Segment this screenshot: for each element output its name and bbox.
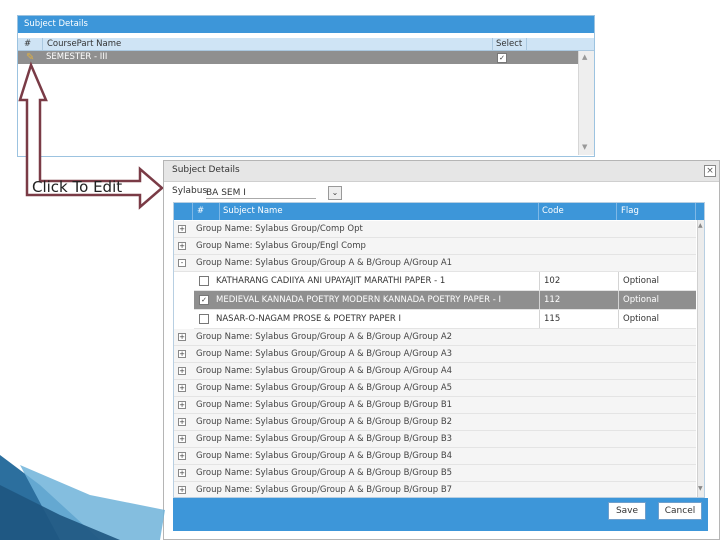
group-row[interactable]: + Group Name: Sylabus Group/Group A & B/G… (174, 380, 696, 397)
subject-code: 112 (539, 291, 619, 309)
group-row[interactable]: + Group Name: Sylabus Group/Group A & B/G… (174, 482, 696, 497)
group-label: Group Name: Sylabus Group/Comp Opt (196, 224, 363, 234)
subject-row[interactable]: KATHARANG CADIIYA ANI UPAYAJIT MARATHI P… (194, 272, 696, 291)
group-row[interactable]: + Group Name: Sylabus Group/Group A & B/G… (174, 465, 696, 482)
cancel-button[interactable]: Cancel (658, 502, 702, 520)
column-header-code: Code (539, 203, 617, 220)
group-row[interactable]: + Group Name: Sylabus Group/Group A & B/G… (174, 414, 696, 431)
group-label: Group Name: Sylabus Group/Group A & B/Gr… (196, 349, 453, 359)
close-icon[interactable]: × (704, 165, 716, 177)
group-row[interactable]: + Group Name: Sylabus Group/Group A & B/G… (174, 431, 696, 448)
expand-icon[interactable]: + (178, 242, 186, 250)
subject-name: NASAR-O-NAGAM PROSE & POETRY PAPER I (216, 314, 402, 324)
group-row[interactable]: + Group Name: Sylabus Group/Group A & B/G… (174, 397, 696, 414)
group-row[interactable]: + Group Name: Sylabus Group/Group A & B/G… (174, 363, 696, 380)
group-row[interactable]: + Group Name: Sylabus Group/Comp Opt (174, 221, 696, 238)
click-to-edit-label: Click To Edit (32, 178, 123, 196)
subject-details-dialog: Subject Details × Sylabus BA SEM I ⌄ # S… (163, 160, 720, 540)
column-header-subject-name: Subject Name (220, 203, 539, 220)
subject-name: KATHARANG CADIIYA ANI UPAYAJIT MARATHI P… (216, 276, 446, 286)
expand-icon[interactable]: + (178, 350, 186, 358)
group-label: Group Name: Sylabus Group/Group A & B/Gr… (196, 451, 453, 461)
expand-icon[interactable]: + (178, 418, 186, 426)
syllabus-select[interactable]: BA SEM I (206, 188, 316, 199)
subject-checkbox[interactable] (199, 314, 209, 324)
column-header-flag: Flag (618, 203, 696, 220)
grid-scrollbar[interactable]: ▲ ▼ (697, 220, 704, 497)
expand-icon[interactable]: + (178, 452, 186, 460)
scroll-down-icon[interactable]: ▼ (698, 485, 703, 492)
group-label: Group Name: Sylabus Group/Group A & B/Gr… (196, 332, 453, 342)
save-button[interactable]: Save (608, 502, 646, 520)
scroll-up-icon[interactable]: ▲ (582, 53, 587, 61)
group-label: Group Name: Sylabus Group/Group A & B/Gr… (196, 485, 453, 495)
subject-grid-header: # Subject Name Code Flag (174, 203, 704, 220)
header-spacer (174, 203, 193, 220)
group-row[interactable]: + Group Name: Sylabus Group/Group A & B/G… (174, 448, 696, 465)
dialog-title-bar: Subject Details × (164, 161, 719, 182)
subject-flag: Optional (618, 310, 697, 328)
subject-row[interactable]: NASAR-O-NAGAM PROSE & POETRY PAPER I 115… (194, 310, 696, 329)
syllabus-label: Sylabus (172, 186, 208, 196)
collapse-icon[interactable]: - (178, 259, 186, 267)
expand-icon[interactable]: + (178, 333, 186, 341)
subject-code: 115 (539, 310, 619, 328)
expand-icon[interactable]: + (178, 469, 186, 477)
row-select-checkbox[interactable]: ✓ (497, 53, 507, 63)
slide-decoration (0, 455, 165, 540)
expand-icon[interactable]: + (178, 367, 186, 375)
expand-icon[interactable]: + (178, 401, 186, 409)
scroll-down-icon[interactable]: ▼ (582, 143, 587, 151)
subject-grid: # Subject Name Code Flag + Group Name: S… (173, 202, 705, 498)
top-panel-scrollbar[interactable]: ▲ ▼ (578, 51, 594, 155)
group-label: Group Name: Sylabus Group/Group A & B/Gr… (196, 417, 453, 427)
dialog-title: Subject Details (172, 165, 240, 175)
group-row-expanded[interactable]: - Group Name: Sylabus Group/Group A & B/… (174, 255, 696, 272)
subject-checkbox[interactable] (199, 276, 209, 286)
expand-icon[interactable]: + (178, 486, 186, 494)
column-header-number: # (194, 203, 220, 220)
group-label: Group Name: Sylabus Group/Group A & B/Gr… (196, 434, 453, 444)
group-label: Group Name: Sylabus Group/Group A & B/Gr… (196, 258, 453, 268)
expand-icon[interactable]: + (178, 435, 186, 443)
group-label: Group Name: Sylabus Group/Group A & B/Gr… (196, 383, 453, 393)
subject-flag: Optional (618, 291, 697, 309)
group-label: Group Name: Sylabus Group/Engl Comp (196, 241, 366, 251)
group-label: Group Name: Sylabus Group/Group A & B/Gr… (196, 400, 453, 410)
group-row[interactable]: + Group Name: Sylabus Group/Group A & B/G… (174, 346, 696, 363)
subject-checkbox[interactable]: ✓ (199, 295, 209, 305)
subject-row-selected[interactable]: ✓ MEDIEVAL KANNADA POETRY MODERN KANNADA… (194, 291, 696, 310)
group-row[interactable]: + Group Name: Sylabus Group/Engl Comp (174, 238, 696, 255)
group-label: Group Name: Sylabus Group/Group A & B/Gr… (196, 366, 453, 376)
subject-name: MEDIEVAL KANNADA POETRY MODERN KANNADA P… (216, 295, 501, 305)
dialog-footer: Save Cancel (173, 498, 708, 531)
column-header-select: Select (494, 38, 527, 50)
expand-icon[interactable]: + (178, 384, 186, 392)
expand-icon[interactable]: + (178, 225, 186, 233)
group-label: Group Name: Sylabus Group/Group A & B/Gr… (196, 468, 453, 478)
chevron-down-icon[interactable]: ⌄ (328, 186, 342, 200)
subject-code: 102 (539, 272, 619, 290)
scroll-up-icon[interactable]: ▲ (698, 222, 703, 229)
subject-flag: Optional (618, 272, 697, 290)
group-row[interactable]: + Group Name: Sylabus Group/Group A & B/G… (174, 329, 696, 346)
